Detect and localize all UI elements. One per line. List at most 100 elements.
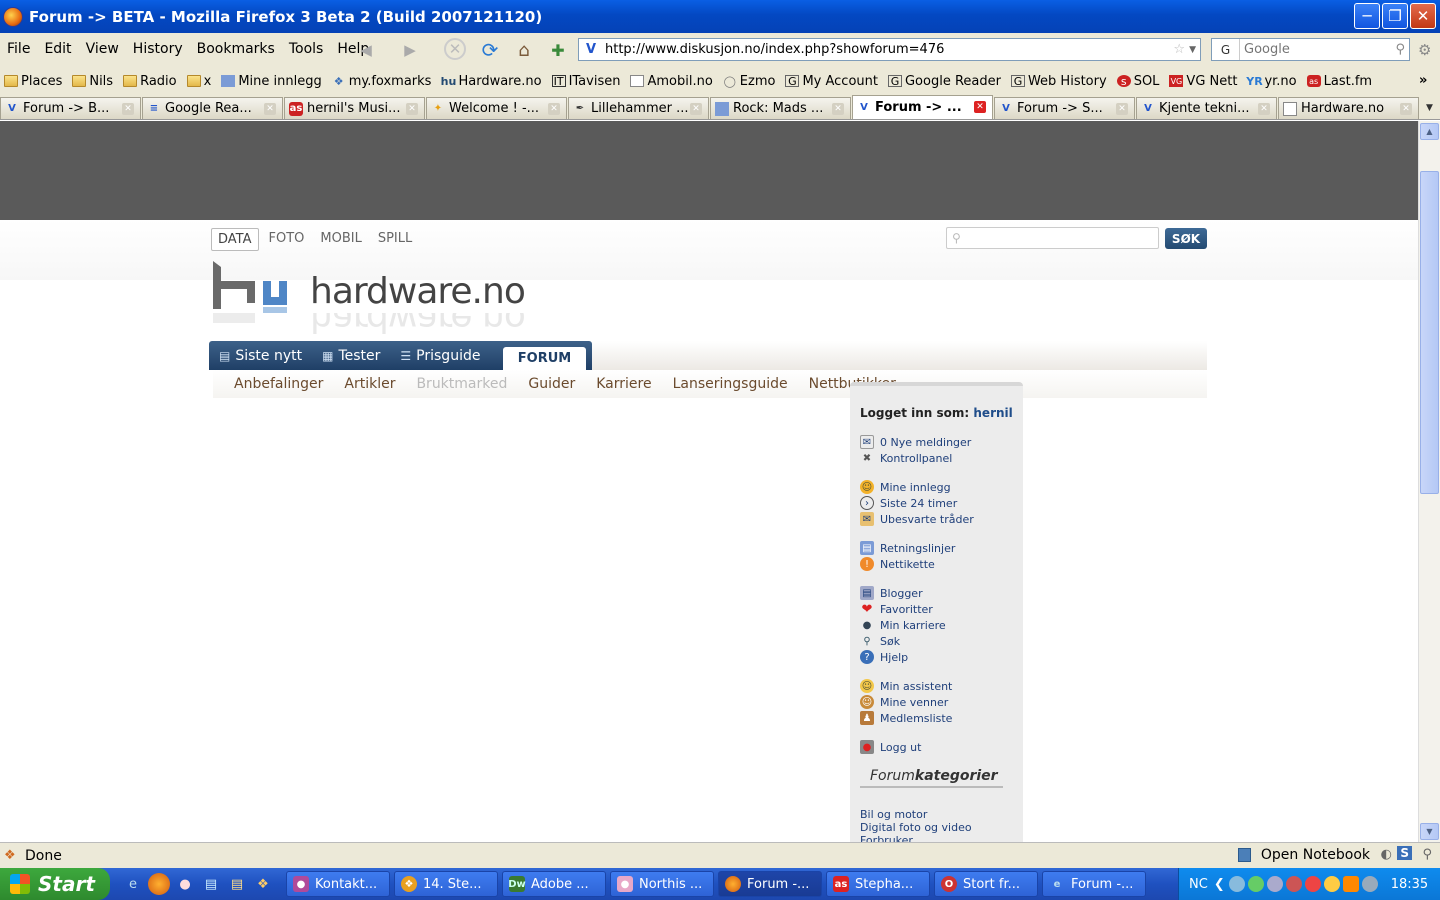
start-button[interactable]: Start	[0, 868, 110, 900]
search-icon[interactable]: ⚲	[1395, 42, 1405, 57]
scroll-down-arrow-icon[interactable]: ▼	[1420, 823, 1439, 840]
sidebar-item-logout[interactable]: ● Logg ut	[860, 739, 1013, 755]
username-link[interactable]: hernil	[973, 406, 1012, 420]
tab-forum-active[interactable]: V Forum -> ... ✕	[852, 95, 993, 119]
bookmark-foxmarks[interactable]: ❖ my.foxmarks	[328, 74, 432, 89]
bookmark-my-account[interactable]: G My Account	[781, 74, 878, 89]
tab-close-icon[interactable]: ✕	[690, 103, 702, 115]
search-bar[interactable]: G ⚲	[1211, 38, 1410, 61]
sidebar-item-my-posts[interactable]: ☺ Mine innlegg	[860, 479, 1013, 495]
dropdown-arrow-icon[interactable]: ▼	[1189, 45, 1196, 55]
bookmark-x[interactable]: x	[183, 74, 211, 89]
nav-forum[interactable]: FORUM	[503, 347, 586, 370]
sidebar-item-career[interactable]: ● Min karriere	[860, 617, 1013, 633]
bookmark-nils[interactable]: Nils	[68, 74, 113, 89]
sidebar-item-control-panel[interactable]: ✖ Kontrollpanel	[860, 450, 1013, 466]
firefox-icon[interactable]	[148, 873, 170, 895]
back-button[interactable]: ◀	[354, 38, 378, 62]
menu-bookmarks[interactable]: Bookmarks	[190, 41, 282, 57]
taskbar-item-forum-ie[interactable]: e Forum -...	[1042, 871, 1146, 897]
tray-icon[interactable]	[1285, 876, 1302, 892]
scrollbar-thumb[interactable]	[1420, 171, 1439, 494]
tab-close-icon[interactable]: ✕	[974, 101, 986, 113]
menu-edit[interactable]: Edit	[37, 41, 78, 57]
tab-lillehammer[interactable]: ✒ Lillehammer ... ✕	[568, 97, 709, 119]
tab-lastfm[interactable]: as hernil's Musi... ✕	[284, 97, 425, 119]
taskbar-item-ste[interactable]: ❖ 14. Ste...	[394, 871, 498, 897]
nav-siste-nytt[interactable]: ▤ Siste nytt	[219, 348, 302, 364]
menu-file[interactable]: File	[0, 41, 37, 57]
tab-forum-s[interactable]: V Forum -> S... ✕	[994, 97, 1135, 119]
menu-view[interactable]: View	[79, 41, 126, 57]
tab-close-icon[interactable]: ✕	[1258, 103, 1270, 115]
url-bar[interactable]: V ☆ ▼	[578, 38, 1201, 61]
tray-icon[interactable]	[1361, 876, 1378, 892]
forward-button[interactable]: ▶	[398, 38, 422, 62]
tab-google-reader[interactable]: ≡ Google Rea... ✕	[142, 97, 283, 119]
tray-icon[interactable]	[1228, 876, 1245, 892]
tray-icon[interactable]	[1266, 876, 1283, 892]
taskbar-item-northis[interactable]: ● Northis ...	[610, 871, 714, 897]
tab-close-icon[interactable]: ✕	[406, 103, 418, 115]
nav-prisguide[interactable]: ☰ Prisguide	[400, 348, 480, 364]
chevron-more-icon[interactable]: »	[1419, 73, 1427, 88]
window-titlebar[interactable]: Forum -> BETA - Mozilla Firefox 3 Beta 2…	[0, 0, 1440, 33]
add-bookmark-button[interactable]: ✚	[546, 38, 570, 62]
url-input[interactable]	[605, 42, 1145, 57]
tray-icon[interactable]	[1342, 876, 1359, 892]
category-link[interactable]: Bil og motor	[860, 808, 1013, 821]
bookmark-radio[interactable]: Radio	[119, 74, 177, 89]
home-button[interactable]: ⌂	[512, 38, 536, 62]
stop-button[interactable]: ✕	[444, 38, 466, 60]
subnav-artikler[interactable]: Artikler	[344, 376, 395, 392]
tab-close-icon[interactable]: ✕	[264, 103, 276, 115]
app-icon[interactable]: ❖	[252, 873, 274, 895]
site-search-button[interactable]: SØK	[1165, 228, 1207, 249]
ie-icon[interactable]: e	[122, 873, 144, 895]
skype-icon[interactable]: S	[1397, 846, 1412, 860]
app-icon[interactable]: ●	[174, 873, 196, 895]
bookmark-vg-nett[interactable]: VG VG Nett	[1165, 74, 1237, 89]
bookmark-yr[interactable]: YR yr.no	[1243, 74, 1296, 89]
tray-expand-icon[interactable]: ❮	[1214, 877, 1225, 892]
reload-button[interactable]: ⟳	[478, 38, 502, 62]
star-icon[interactable]: ☆	[1173, 42, 1185, 57]
tab-kjente[interactable]: V Kjente tekni... ✕	[1136, 97, 1277, 119]
taskbar-item-forum-firefox[interactable]: Forum -...	[718, 871, 822, 897]
sidebar-item-favorites[interactable]: ❤ Favoritter	[860, 601, 1013, 617]
taskbar-item-kontakt[interactable]: ● Kontakt...	[286, 871, 390, 897]
page-scrollbar[interactable]: ▲ ▼	[1418, 121, 1440, 842]
sidebar-item-netiquette[interactable]: ! Nettikette	[860, 556, 1013, 572]
bookmark-lastfm[interactable]: as Last.fm	[1303, 74, 1372, 89]
sidebar-item-last-24h[interactable]: › Siste 24 timer	[860, 495, 1013, 511]
bookmark-amobil[interactable]: Amobil.no	[626, 74, 713, 89]
category-link[interactable]: Digital foto og video	[860, 821, 1013, 834]
section-foto[interactable]: FOTO	[263, 228, 311, 251]
category-link[interactable]: Forbruker	[860, 834, 1013, 842]
tab-rock[interactable]: Rock: Mads ... ✕	[710, 97, 851, 119]
tab-forum-1[interactable]: V Forum -> B... ✕	[0, 97, 141, 119]
menu-history[interactable]: History	[126, 41, 190, 57]
search-engine-selector[interactable]: G	[1212, 39, 1240, 60]
tab-close-icon[interactable]: ✕	[122, 103, 134, 115]
scroll-up-arrow-icon[interactable]: ▲	[1420, 123, 1439, 140]
tab-hardware[interactable]: Hardware.no ✕	[1278, 97, 1419, 119]
taskbar-item-stort[interactable]: O Stort fr...	[934, 871, 1038, 897]
subnav-guider[interactable]: Guider	[528, 376, 575, 392]
bookmark-google-reader[interactable]: G Google Reader	[884, 74, 1001, 89]
section-mobil[interactable]: MOBIL	[314, 228, 367, 251]
bookmark-places[interactable]: Places	[0, 74, 62, 89]
tab-close-icon[interactable]: ✕	[548, 103, 560, 115]
sidebar-item-guidelines[interactable]: ▤ Retningslinjer	[860, 540, 1013, 556]
subnav-karriere[interactable]: Karriere	[596, 376, 651, 392]
bookmark-mine-innlegg[interactable]: Mine innlegg	[217, 74, 322, 89]
sidebar-item-blogs[interactable]: ▤ Blogger	[860, 585, 1013, 601]
gear-icon[interactable]: ⚙	[1418, 41, 1431, 59]
subnav-lanseringsguide[interactable]: Lanseringsguide	[673, 376, 788, 392]
minimize-button[interactable]: ─	[1354, 3, 1380, 29]
menu-tools[interactable]: Tools	[282, 41, 331, 57]
bookmark-ezmo[interactable]: ◯ Ezmo	[719, 74, 776, 89]
sidebar-item-search[interactable]: ⚲ Søk	[860, 633, 1013, 649]
tray-icon[interactable]	[1247, 876, 1264, 892]
subnav-bruktmarked[interactable]: Bruktmarked	[416, 376, 507, 392]
